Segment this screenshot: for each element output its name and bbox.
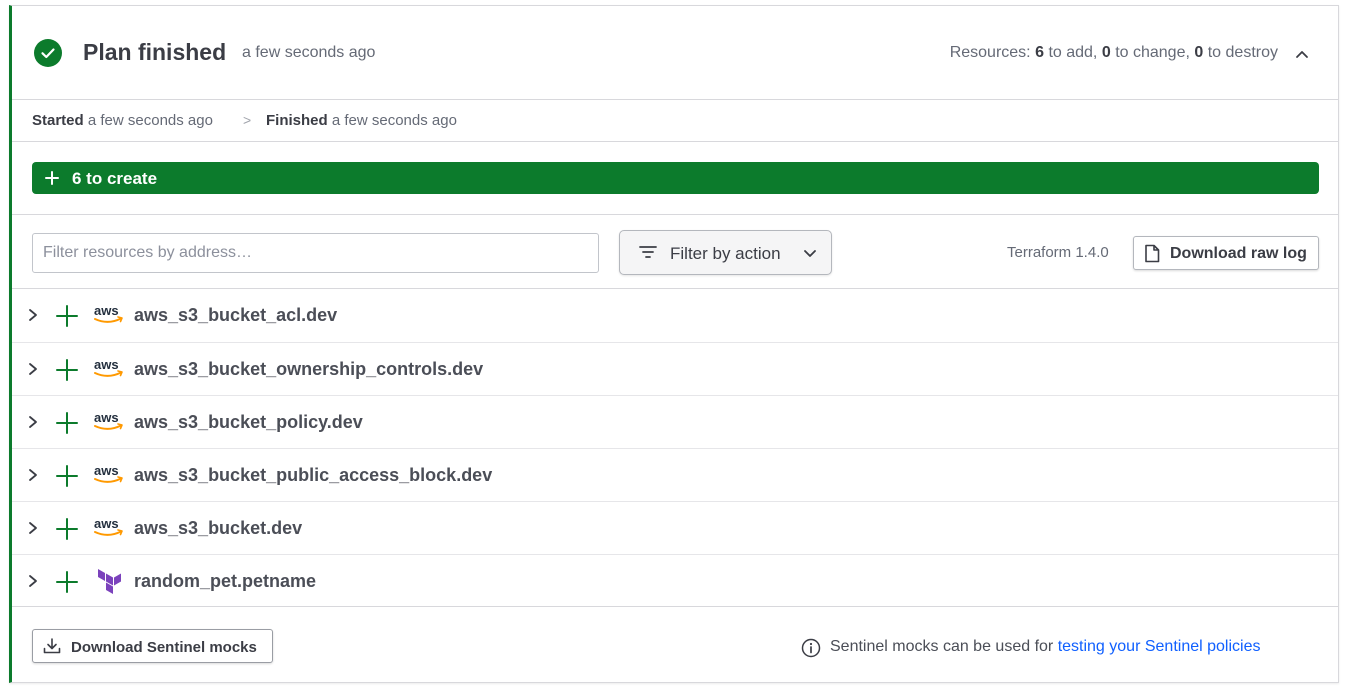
run-timeline: Started a few seconds ago > Finished a f… (12, 99, 1338, 142)
resource-row[interactable]: aws aws_s3_bucket_ownership_controls.dev (12, 342, 1338, 396)
plan-header: Plan finished a few seconds ago Resource… (12, 6, 1338, 100)
resource-name: aws_s3_bucket_policy.dev (134, 412, 363, 432)
plan-footer: Download Sentinel mocks Sentinel mocks c… (12, 606, 1338, 682)
chevron-right-icon[interactable] (27, 468, 39, 482)
resource-name: random_pet.petname (134, 571, 317, 591)
svg-text:aws: aws (94, 516, 119, 531)
aws-logo-icon: aws (94, 357, 123, 377)
download-sentinel-mocks-button[interactable]: Download Sentinel mocks (32, 629, 273, 663)
resource-row[interactable]: aws aws_s3_bucket_acl.dev (12, 289, 1338, 342)
terraform-version: Terraform 1.4.0 (1007, 244, 1109, 261)
download-sentinel-mocks-label: Download Sentinel mocks (71, 639, 257, 656)
resource-name: aws_s3_bucket.dev (134, 518, 303, 538)
download-icon (43, 638, 61, 654)
to-create-bar[interactable]: 6 to create (32, 162, 1319, 194)
terraform-logo-icon (98, 569, 121, 594)
to-create-label: 6 to create (72, 169, 158, 188)
check-circle-icon (34, 39, 62, 67)
filter-by-action-button[interactable]: Filter by action (619, 230, 832, 275)
aws-logo-icon: aws (94, 516, 123, 536)
add-count: 6 (1035, 44, 1044, 61)
svg-text:aws: aws (94, 357, 119, 372)
started-time: a few seconds ago (87, 112, 213, 129)
svg-text:aws: aws (94, 303, 119, 318)
destroy-count: 0 (1194, 44, 1204, 61)
plus-icon (56, 305, 78, 327)
finished-info: Finished a few seconds ago (266, 112, 457, 129)
filter-icon (639, 246, 657, 258)
chevron-right-icon[interactable] (27, 415, 39, 429)
download-raw-log-button[interactable]: Download raw log (1133, 236, 1319, 270)
svg-text:aws: aws (94, 410, 119, 425)
resource-row[interactable]: aws aws_s3_bucket_policy.dev (12, 395, 1338, 449)
destroy-label: to destroy (1207, 44, 1278, 61)
resource-name: aws_s3_bucket_acl.dev (134, 305, 338, 325)
resource-row[interactable]: aws aws_s3_bucket.dev (12, 501, 1338, 555)
aws-logo-icon: aws (94, 410, 123, 430)
add-label: to add, (1048, 44, 1098, 61)
change-label: to change, (1115, 44, 1190, 61)
chevron-up-icon[interactable] (1294, 46, 1310, 62)
chevron-right-icon[interactable] (27, 308, 39, 322)
resource-row[interactable]: aws aws_s3_bucket_public_access_block.dev (12, 448, 1338, 502)
plus-icon (56, 465, 78, 487)
resources-summary: Resources: 6 to add, 0 to change, 0 to d… (950, 44, 1278, 62)
plus-icon (56, 571, 78, 593)
resource-row[interactable]: random_pet.petname (12, 554, 1338, 608)
finished-time: a few seconds ago (331, 112, 457, 129)
filter-by-action-label: Filter by action (670, 244, 781, 263)
resources-prefix: Resources: (949, 44, 1031, 61)
sentinel-note: Sentinel mocks can be used for testing y… (830, 638, 1260, 656)
change-count: 0 (1101, 44, 1111, 61)
plus-icon (56, 412, 78, 434)
plus-icon (45, 171, 59, 185)
aws-logo-icon: aws (94, 463, 123, 483)
chevron-right-icon[interactable] (27, 574, 39, 588)
started-label: Started (32, 112, 84, 129)
aws-logo-icon: aws (94, 303, 123, 323)
resource-name: aws_s3_bucket_public_access_block.dev (134, 465, 493, 485)
plan-status-time: a few seconds ago (242, 44, 376, 61)
sentinel-policies-link[interactable]: testing your Sentinel policies (1058, 638, 1261, 655)
chevron-right-icon[interactable] (27, 362, 39, 376)
plan-status-title: Plan finished (83, 39, 227, 65)
resource-name: aws_s3_bucket_ownership_controls.dev (134, 359, 484, 379)
divider (12, 214, 1338, 215)
chevron-right-icon[interactable] (27, 521, 39, 535)
filter-resources-input[interactable] (32, 233, 599, 273)
started-info: Started a few seconds ago (32, 112, 213, 129)
chevron-down-icon (804, 250, 816, 257)
timeline-separator: > (243, 112, 252, 128)
plus-icon (56, 359, 78, 381)
download-raw-log-label: Download raw log (1170, 245, 1307, 262)
info-icon (801, 638, 821, 658)
file-icon (1145, 244, 1160, 263)
finished-label: Finished (266, 112, 328, 129)
svg-text:aws: aws (94, 463, 119, 478)
sentinel-note-text: Sentinel mocks can be used for (830, 638, 1054, 655)
plus-icon (56, 518, 78, 540)
run-plan-card: Plan finished a few seconds ago Resource… (9, 5, 1339, 683)
